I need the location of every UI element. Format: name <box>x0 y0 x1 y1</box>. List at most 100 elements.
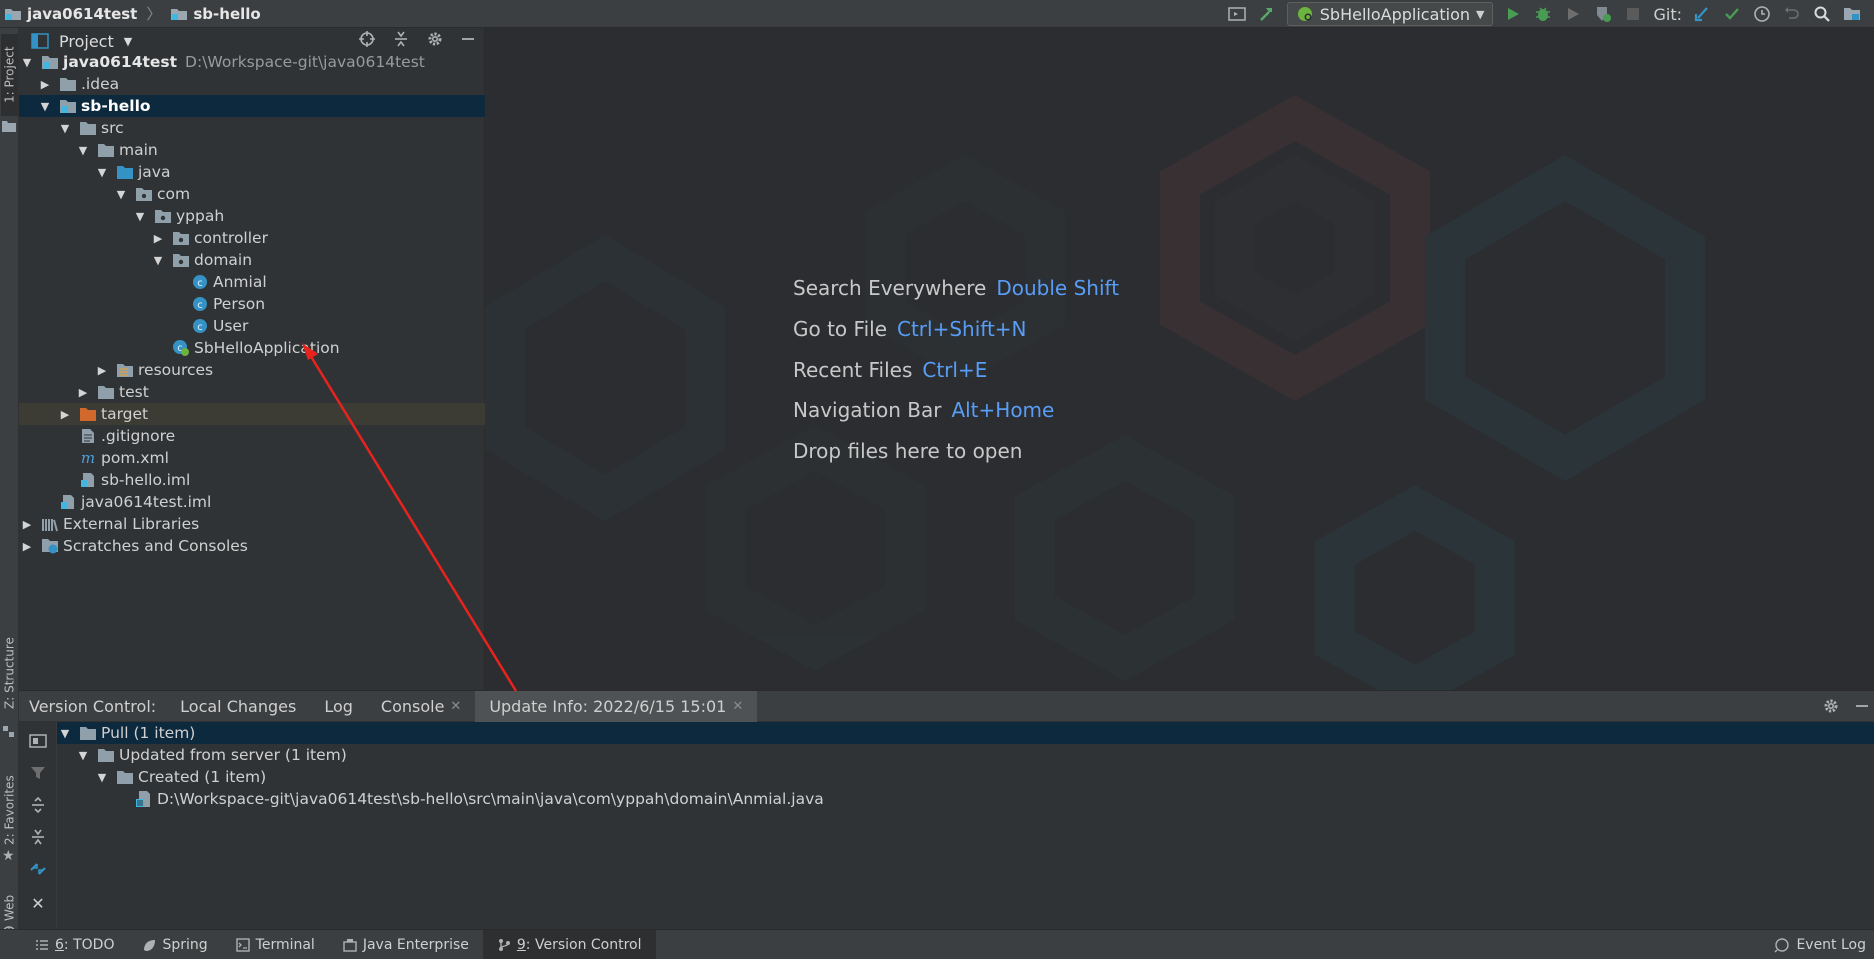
tree-node[interactable]: c Person <box>19 293 485 315</box>
chevron-down-icon[interactable]: ▼ <box>75 749 91 762</box>
tree-node[interactable]: ▶ controller <box>19 227 485 249</box>
build-hammer-icon[interactable] <box>1257 4 1277 24</box>
tree-node[interactable]: java0614test.iml <box>19 491 485 513</box>
tree-node[interactable]: .gitignore <box>19 425 485 447</box>
run-anything-icon[interactable] <box>1227 4 1247 24</box>
tool-tab-java-enterprise[interactable]: Java Enterprise <box>329 930 483 959</box>
chevron-right-icon[interactable]: ▶ <box>57 408 73 421</box>
chevron-right-icon[interactable]: ▶ <box>150 232 166 245</box>
collapse-all-icon[interactable] <box>392 30 410 52</box>
chevron-down-icon[interactable]: ▼ <box>57 727 73 740</box>
chevron-right-icon[interactable]: ▶ <box>75 386 91 399</box>
star-icon: ★ <box>2 848 15 864</box>
locate-target-icon[interactable] <box>358 30 376 52</box>
tab-update-info[interactable]: Update Info: 2022/6/15 15:01 ✕ <box>475 690 758 722</box>
chevron-down-icon[interactable]: ▼ <box>94 166 110 179</box>
tree-node[interactable]: ▼ java0614test D:\Workspace-git\java0614te… <box>19 51 485 73</box>
minimize-icon[interactable] <box>460 31 476 51</box>
tree-node[interactable]: ▶ Scratches and Consoles <box>19 535 485 557</box>
tool-tab-favorites[interactable]: 2: Favorites <box>1 768 18 852</box>
stop-icon[interactable] <box>1623 4 1643 24</box>
run-with-coverage-icon[interactable] <box>1563 4 1583 24</box>
chevron-down-icon[interactable]: ▼ <box>37 100 53 113</box>
tree-node[interactable]: ▼ sb-hello <box>19 95 485 117</box>
tree-node[interactable]: ▼ domain <box>19 249 485 271</box>
gear-icon[interactable] <box>1822 697 1840 719</box>
group-by-icon[interactable] <box>28 731 48 751</box>
tab-local-changes[interactable]: Local Changes <box>166 691 310 722</box>
tab-console[interactable]: Console ✕ <box>367 691 475 722</box>
tool-tab-spring[interactable]: Spring <box>128 930 221 959</box>
chevron-down-icon: ▼ <box>1476 7 1485 21</box>
git-commit-icon[interactable] <box>1722 4 1742 24</box>
tree-node[interactable]: ▼ com <box>19 183 485 205</box>
debug-bug-icon[interactable] <box>1533 4 1553 24</box>
tree-node[interactable]: ▶ resources <box>19 359 485 381</box>
tab-log[interactable]: Log <box>310 691 367 722</box>
tool-tab-label: Terminal <box>255 936 315 953</box>
expand-all-icon[interactable] <box>28 795 48 815</box>
chevron-right-icon[interactable]: ▶ <box>19 540 35 553</box>
chevron-right-icon[interactable]: ▶ <box>19 518 35 531</box>
update-tree-node[interactable]: ▼ Updated from server (1 item) <box>57 744 1874 766</box>
tool-tab-web[interactable]: Web <box>1 888 18 928</box>
update-tree-node[interactable]: ▼ Pull (1 item) <box>57 722 1874 744</box>
chevron-right-icon[interactable]: ▶ <box>94 364 110 377</box>
chevron-down-icon[interactable]: ▼ <box>75 144 91 157</box>
tree-node[interactable]: c User <box>19 315 485 337</box>
search-icon[interactable] <box>1812 4 1832 24</box>
run-configuration-select[interactable]: SbHelloApplication ▼ <box>1286 2 1494 26</box>
tree-node[interactable]: ▶ External Libraries <box>19 513 485 535</box>
structure-icon <box>3 724 15 742</box>
tree-node[interactable]: ▼ main <box>19 139 485 161</box>
update-tree-node[interactable]: D:\Workspace-git\java0614test\sb-hello\s… <box>57 788 1874 810</box>
tree-node[interactable]: c Anmial <box>19 271 485 293</box>
update-tree-node[interactable]: ▼ Created (1 item) <box>57 766 1874 788</box>
tree-node[interactable]: ▼ src <box>19 117 485 139</box>
breadcrumb-project[interactable]: java0614test <box>27 5 137 23</box>
tree-node[interactable]: ▶ test <box>19 381 485 403</box>
tree-node-label: .idea <box>81 75 120 93</box>
tree-node[interactable]: ▶ .idea <box>19 73 485 95</box>
collapse-all-icon[interactable] <box>28 827 48 847</box>
class-icon: c <box>191 296 209 312</box>
chevron-down-icon[interactable]: ▼ <box>94 771 110 784</box>
history-clock-icon[interactable] <box>1752 4 1772 24</box>
chevron-down-icon[interactable]: ▼ <box>57 122 73 135</box>
git-update-icon[interactable] <box>1692 4 1712 24</box>
project-view-label[interactable]: Project <box>59 32 114 51</box>
tool-tab-todo[interactable]: 6: TODO <box>21 930 128 959</box>
rollback-icon[interactable] <box>1782 4 1802 24</box>
package-icon <box>154 208 172 224</box>
close-icon[interactable]: ✕ <box>450 699 461 714</box>
close-icon[interactable]: ✕ <box>732 699 743 714</box>
tree-node[interactable]: ▼ yppah <box>19 205 485 227</box>
chevron-right-icon[interactable]: ▶ <box>37 78 53 91</box>
tool-tab-version-control[interactable]: 9: Version Control <box>482 929 656 959</box>
tree-node[interactable]: m pom.xml <box>19 447 485 469</box>
tool-tab-project[interactable]: 1: Project <box>1 34 18 116</box>
tool-tab-structure[interactable]: Z: Structure <box>1 618 18 728</box>
chevron-down-icon[interactable]: ▼ <box>124 35 132 48</box>
chevron-down-icon[interactable]: ▼ <box>132 210 148 223</box>
run-icon[interactable] <box>1503 4 1523 24</box>
tree-node[interactable]: ▼ java <box>19 161 485 183</box>
profile-icon[interactable] <box>1593 4 1613 24</box>
package-icon <box>135 186 153 202</box>
tree-node[interactable]: sb-hello.iml <box>19 469 485 491</box>
tree-node[interactable]: c SbHelloApplication <box>19 337 485 359</box>
gear-icon[interactable] <box>426 30 444 52</box>
breadcrumb-module[interactable]: sb-hello <box>193 5 260 23</box>
class-icon: c <box>191 318 209 334</box>
chevron-down-icon[interactable]: ▼ <box>150 254 166 267</box>
event-log-button[interactable]: Event Log <box>1774 930 1866 959</box>
project-structure-icon[interactable] <box>1842 4 1862 24</box>
minimize-icon[interactable] <box>1854 698 1870 718</box>
merge-arrows-icon[interactable] <box>28 859 48 879</box>
filter-icon[interactable] <box>28 763 48 783</box>
close-icon[interactable]: ✕ <box>28 893 48 913</box>
tree-node[interactable]: ▶ target <box>19 403 485 425</box>
chevron-down-icon[interactable]: ▼ <box>113 188 129 201</box>
chevron-down-icon[interactable]: ▼ <box>19 56 35 69</box>
tool-tab-terminal[interactable]: Terminal <box>222 930 329 959</box>
